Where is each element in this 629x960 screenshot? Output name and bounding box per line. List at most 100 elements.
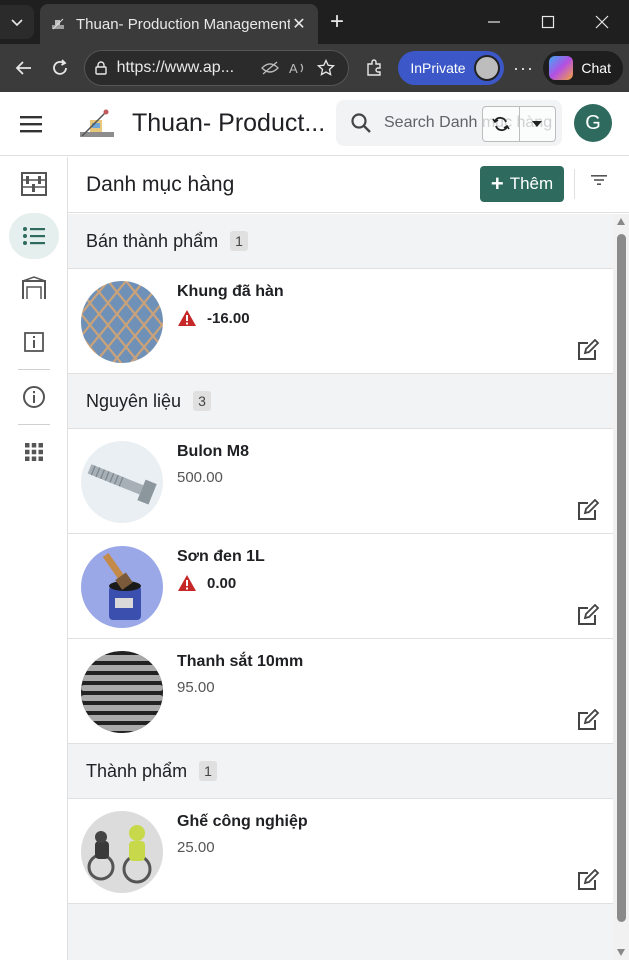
nav-warehouse[interactable]	[9, 265, 59, 311]
minimize-button[interactable]	[467, 0, 521, 44]
add-button[interactable]: + Thêm	[480, 166, 564, 202]
tab-title: Thuan- Production Management	[76, 15, 290, 33]
item-thumbnail	[81, 441, 163, 523]
menu-button[interactable]	[0, 114, 62, 134]
group-header[interactable]: Thành phẩm 1	[68, 744, 613, 799]
dropdown-button[interactable]	[520, 107, 556, 141]
list-icon	[22, 227, 45, 245]
scroll-up-icon[interactable]	[617, 218, 625, 225]
app-header: Thuan- Product... G	[0, 92, 629, 156]
url-field[interactable]: https://www.ap... A	[83, 50, 349, 86]
rebar-image	[81, 651, 163, 733]
copilot-icon	[549, 56, 574, 80]
group-header[interactable]: Bán thành phẩm 1	[68, 214, 613, 269]
add-label: Thêm	[509, 174, 554, 193]
edit-button[interactable]	[576, 603, 600, 631]
edit-button[interactable]	[576, 868, 600, 896]
item-qty-value: 95.00	[177, 679, 215, 696]
maximize-icon	[541, 15, 555, 29]
browser-tab[interactable]: Thuan- Production Management ✕	[40, 4, 318, 44]
nav-details[interactable]	[9, 319, 59, 365]
item-name: Bulon M8	[177, 443, 249, 460]
app-favicon-icon	[52, 18, 64, 30]
nav-list[interactable]	[8, 213, 59, 259]
warning-icon	[178, 575, 196, 591]
profile-avatar-icon	[473, 55, 500, 81]
item-thumbnail	[81, 811, 163, 893]
extensions-button[interactable]	[355, 58, 395, 78]
nav-apps[interactable]	[9, 429, 59, 475]
app-logo-icon	[80, 109, 114, 137]
item-quantity: 95.00	[177, 679, 215, 696]
favorite-star-icon[interactable]	[312, 59, 340, 77]
item-thumbnail	[81, 281, 163, 363]
edit-button[interactable]	[576, 708, 600, 736]
list-item[interactable]: Thanh sắt 10mm 95.00	[68, 639, 613, 744]
search-icon	[351, 113, 371, 133]
back-button[interactable]	[6, 50, 42, 86]
tab-close-icon[interactable]: ✕	[290, 14, 308, 34]
copilot-chat-button[interactable]: Chat	[543, 51, 623, 85]
apps-grid-icon	[24, 443, 43, 461]
chat-label: Chat	[581, 60, 611, 76]
group-count-badge: 1	[230, 231, 248, 251]
rail-divider	[17, 424, 50, 425]
scrollbar-thumb[interactable]	[617, 234, 626, 922]
tab-actions-button[interactable]	[0, 5, 34, 39]
rotate-button[interactable]	[483, 107, 520, 141]
item-qty-value: 500.00	[177, 469, 223, 486]
scroll-down-icon[interactable]	[617, 949, 625, 956]
abacus-icon	[20, 172, 47, 196]
nav-abacus[interactable]	[9, 161, 59, 207]
group-count-badge: 3	[193, 391, 211, 411]
warning-icon	[178, 310, 196, 326]
list-item[interactable]: Ghế công nghiệp 25.00	[68, 799, 613, 904]
info-icon	[22, 386, 45, 408]
user-avatar[interactable]: G	[574, 104, 612, 142]
item-qty-value: 0.00	[207, 574, 237, 592]
item-quantity: 500.00	[177, 469, 223, 486]
header-divider	[574, 169, 575, 199]
edit-icon	[578, 708, 600, 730]
list-item[interactable]: Khung đã hàn -16.00	[68, 269, 613, 374]
nav-about[interactable]	[9, 374, 59, 420]
edit-icon	[578, 338, 600, 360]
new-tab-button[interactable]: +	[330, 10, 344, 34]
minimize-icon	[488, 21, 500, 23]
item-thumbnail	[81, 651, 163, 733]
item-name: Ghế công nghiệp	[177, 813, 308, 830]
list-item[interactable]: Sơn đen 1L 0.00	[68, 534, 613, 639]
info-box-icon	[23, 332, 44, 352]
filter-icon	[591, 175, 607, 185]
filter-button[interactable]	[590, 173, 608, 192]
list-scrollbar[interactable]	[613, 214, 629, 960]
read-aloud-icon[interactable]: A	[284, 60, 312, 76]
edit-icon	[578, 603, 600, 625]
app-title: Thuan- Product...	[132, 109, 326, 137]
tracking-prevention-icon[interactable]	[256, 60, 284, 76]
group-name: Thành phẩm	[86, 760, 188, 781]
edit-button[interactable]	[576, 338, 600, 366]
list-item[interactable]: Bulon M8 500.00	[68, 429, 613, 534]
item-quantity: -16.00	[177, 309, 250, 327]
edit-button[interactable]	[576, 498, 600, 526]
plus-icon: +	[490, 171, 504, 196]
refresh-button[interactable]	[42, 50, 78, 86]
item-qty-value: -16.00	[207, 309, 250, 327]
group-name: Bán thành phẩm	[86, 230, 219, 251]
group-header[interactable]: Nguyên liệu 3	[68, 374, 613, 429]
rotate-icon	[492, 116, 510, 132]
edit-icon	[578, 498, 600, 520]
paint-can-image	[81, 546, 163, 628]
item-name: Khung đã hàn	[177, 283, 284, 300]
browser-tab-bar: Thuan- Production Management ✕ +	[0, 0, 629, 44]
item-name: Thanh sắt 10mm	[177, 653, 304, 670]
overlay-controls	[482, 106, 556, 142]
close-window-button[interactable]	[575, 0, 629, 44]
inprivate-badge[interactable]: InPrivate	[398, 51, 504, 85]
chevron-down-icon	[11, 19, 23, 27]
more-menu-button[interactable]: ···	[504, 58, 544, 79]
inprivate-label: InPrivate	[410, 60, 466, 76]
maximize-button[interactable]	[521, 0, 575, 44]
group-name: Nguyên liệu	[86, 390, 182, 411]
